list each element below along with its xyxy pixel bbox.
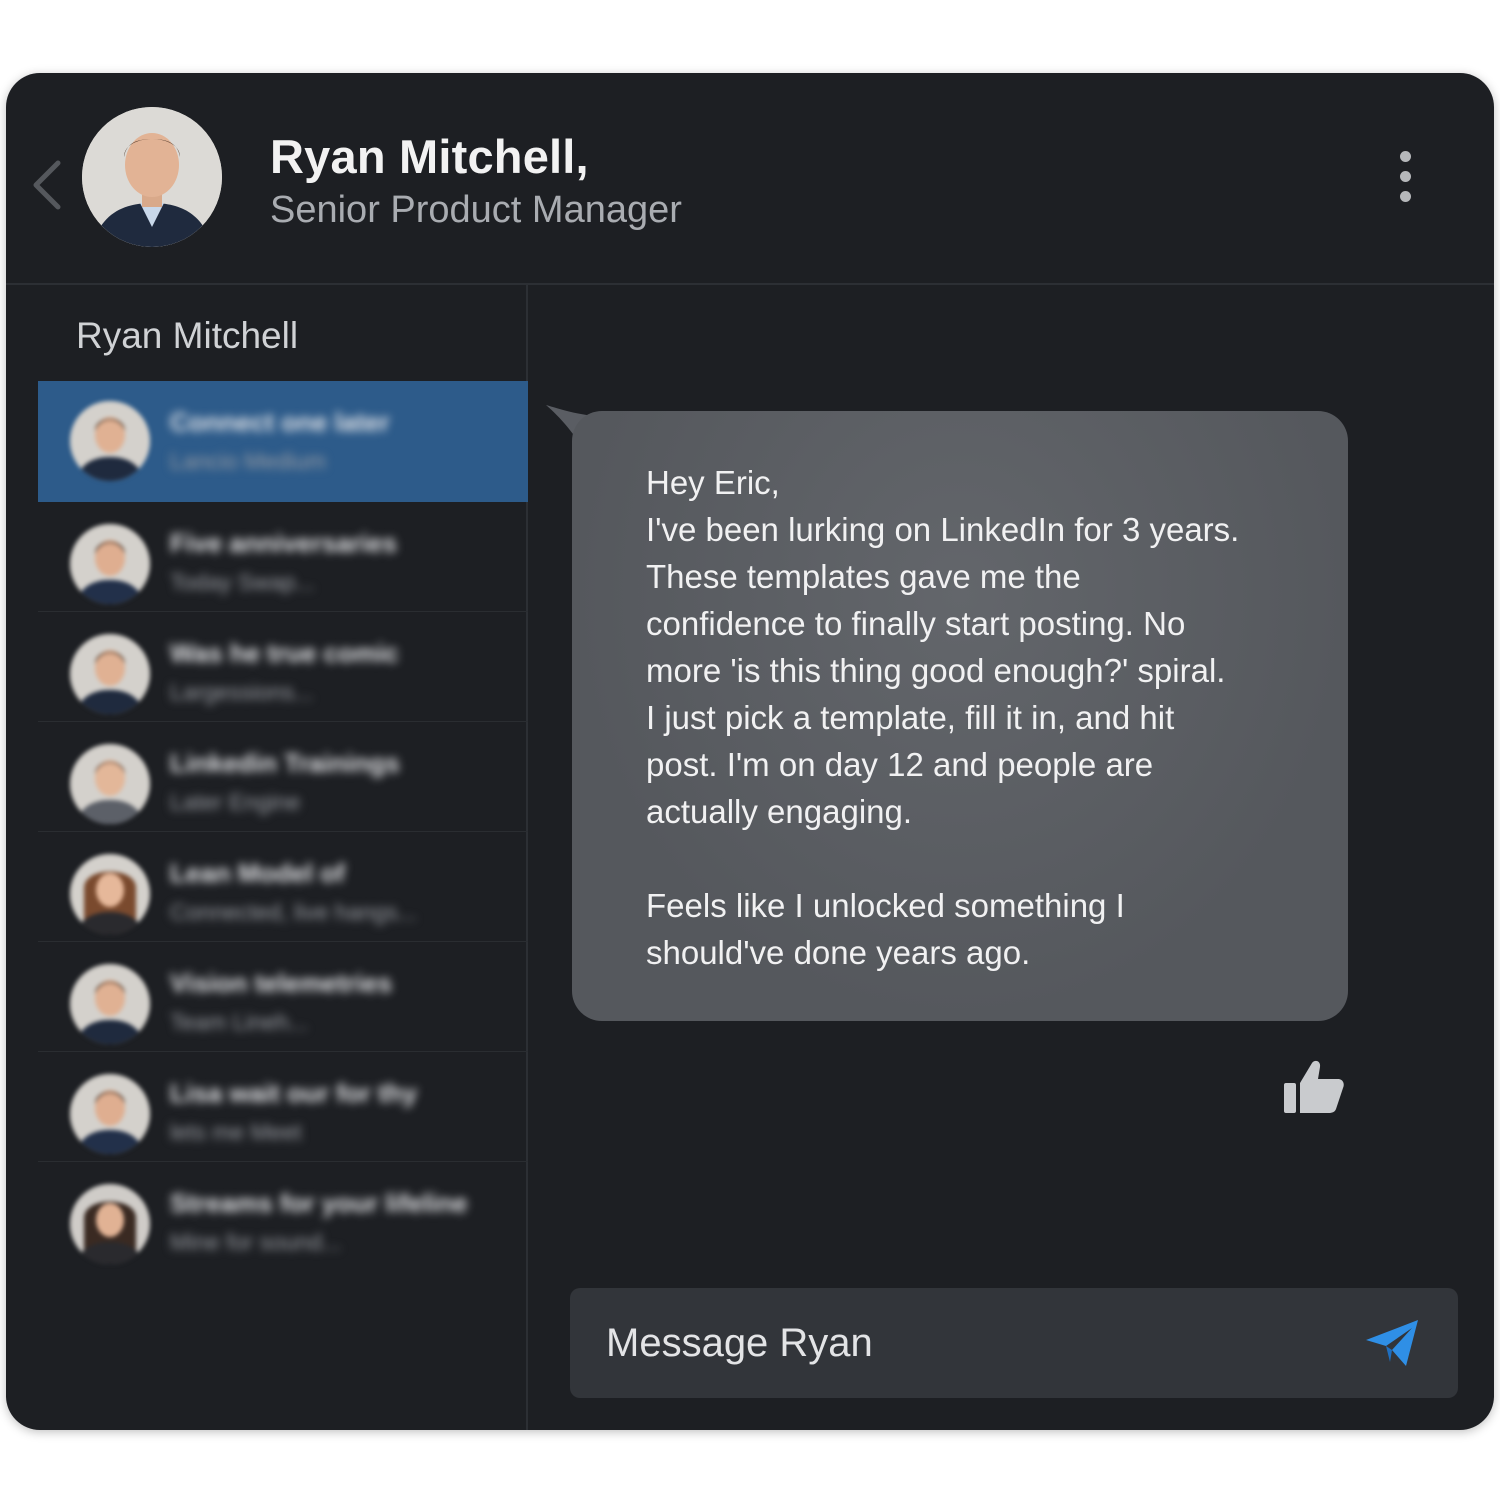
conversation-preview: lets me Meet (170, 1119, 302, 1145)
message-text: Hey Eric, I've been lurking on LinkedIn … (646, 464, 1240, 971)
avatar (70, 634, 150, 714)
conversation-item-active[interactable]: Connect one later Lancio Medium (38, 381, 528, 502)
conversation-name: Was he true comic (170, 638, 399, 668)
back-button[interactable] (24, 153, 68, 217)
person-photo (82, 107, 222, 247)
conversation-item[interactable]: Lisa wait our for thy lets me Meet (38, 1052, 528, 1162)
avatar (70, 744, 150, 824)
avatar (70, 1184, 150, 1264)
conversation-item[interactable]: Vision telemetries Team Lineh... (38, 942, 528, 1052)
message-composer (570, 1288, 1458, 1398)
conversation-preview: Later Engine (170, 789, 301, 815)
conversation-preview: Team Lineh... (170, 1009, 309, 1035)
conversation-item[interactable]: Lean Model of Connected, live hangs... (38, 832, 528, 942)
conversation-name: Connect one later (170, 407, 390, 437)
conversation-sidebar: Ryan Mitchell Connect one later Lancio M… (6, 285, 528, 1430)
thumbs-up-icon (1284, 1060, 1344, 1113)
conversation-item[interactable]: Was he true comic Largessions... (38, 612, 528, 722)
more-vertical-icon (1390, 151, 1420, 202)
conversation-item[interactable]: Linkedin Trainings Later Engine (38, 722, 528, 832)
conversation-list: Connect one later Lancio Medium Five ann… (38, 381, 528, 1272)
conversation-name: Streams for your lifeline (170, 1188, 468, 1218)
message-bubble: Hey Eric, I've been lurking on LinkedIn … (572, 411, 1348, 1021)
chevron-left-icon (33, 160, 61, 210)
like-button[interactable] (1282, 1055, 1346, 1119)
avatar (70, 964, 150, 1044)
conversation-preview: Largessions... (170, 679, 314, 705)
sidebar-title: Ryan Mitchell (76, 315, 299, 356)
conversation-preview: Today Swap... (170, 569, 315, 595)
conversation-header: Ryan Mitchell, Senior Product Manager (6, 73, 1494, 285)
avatar[interactable] (82, 107, 222, 247)
more-options-button[interactable] (1390, 151, 1420, 207)
conversation-item[interactable]: Five anniversaries Today Swap... (38, 502, 528, 612)
conversation-name: Lisa wait our for thy (170, 1078, 418, 1108)
avatar (70, 854, 150, 934)
message-input[interactable] (606, 1310, 1346, 1376)
conversation-name: Lean Model of (170, 858, 345, 888)
conversation-name: Five anniversaries (170, 528, 397, 558)
conversation-preview: Connected, live hangs... (170, 899, 417, 925)
conversation-preview: Lancio Medium (170, 448, 326, 474)
avatar (70, 524, 150, 604)
chat-panel: Hey Eric, I've been lurking on LinkedIn … (530, 285, 1494, 1430)
avatar (70, 401, 150, 481)
contact-name: Ryan Mitchell, (270, 130, 589, 183)
conversation-item[interactable]: Streams for your lifeline Mine for sound… (38, 1162, 528, 1272)
send-icon (1366, 1320, 1418, 1366)
conversation-name: Vision telemetries (170, 968, 393, 998)
messaging-window: Ryan Mitchell, Senior Product Manager Ry… (6, 73, 1494, 1430)
contact-title: Senior Product Manager (270, 189, 682, 231)
send-button[interactable] (1364, 1318, 1420, 1368)
conversation-name: Linkedin Trainings (170, 748, 400, 778)
conversation-preview: Mine for sound... (170, 1229, 342, 1255)
avatar (70, 1074, 150, 1154)
